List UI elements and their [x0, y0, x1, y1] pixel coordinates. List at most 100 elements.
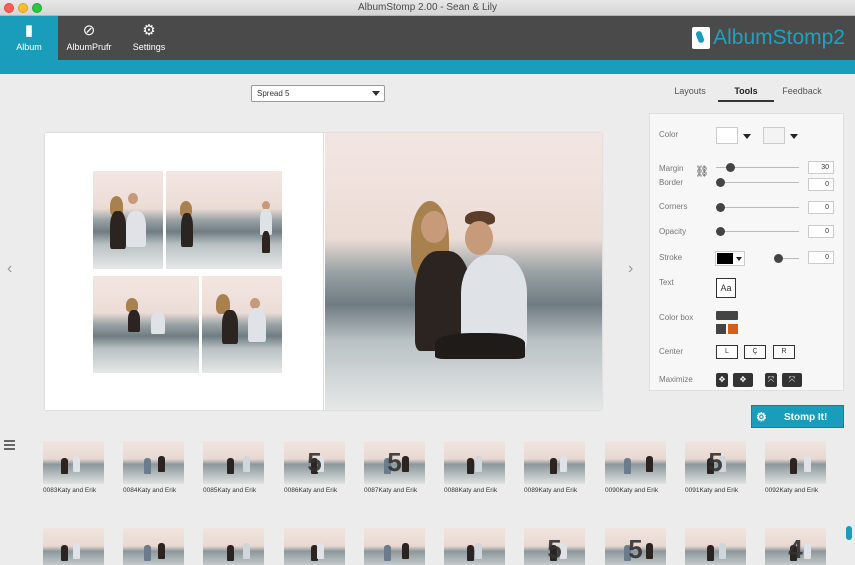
chevron-down-icon[interactable]	[790, 134, 798, 139]
color-label: Color	[659, 130, 679, 139]
menu-icon[interactable]	[4, 440, 15, 452]
maximize-fill-icon[interactable]: ⤧	[782, 373, 802, 387]
link-icon[interactable]: ⛓	[695, 165, 709, 178]
margin-value-field[interactable]: 30	[808, 161, 834, 174]
background-color-swatch[interactable]	[716, 127, 738, 144]
opacity-value-field[interactable]: 0	[808, 225, 834, 238]
colorbox-label: Color box	[659, 313, 694, 322]
thumbnail-image	[43, 441, 104, 484]
thumbnail[interactable]	[123, 528, 184, 565]
opacity-slider-track	[716, 231, 799, 232]
thumbnail-image: 4	[765, 528, 826, 565]
border-label: Border	[659, 178, 684, 187]
maximize-move-icon[interactable]: ✥	[716, 373, 728, 387]
thumbnail[interactable]	[364, 528, 425, 565]
next-spread-arrow[interactable]: ›	[628, 260, 633, 278]
spread-gutter	[323, 133, 324, 410]
thumbnail[interactable]: 0084Katy and Erik	[123, 441, 184, 494]
thumbnail[interactable]	[444, 528, 505, 565]
stroke-color-picker[interactable]	[715, 251, 745, 266]
thumbnail[interactable]: 0088Katy and Erik	[444, 441, 505, 494]
border-slider-track	[716, 182, 799, 183]
thumbnail-image	[123, 528, 184, 565]
toolbar-accent-strip	[0, 60, 855, 74]
corners-value-field[interactable]: 0	[808, 201, 834, 214]
thumbnail[interactable]: 4	[765, 528, 826, 565]
colorbox-dark-swatch[interactable]	[716, 311, 738, 320]
thumbnail[interactable]	[685, 528, 746, 565]
usage-count-badge: 5	[387, 447, 402, 477]
stroke-value-field[interactable]: 0	[808, 251, 834, 264]
center-middle-button[interactable]: Ç	[744, 345, 766, 359]
thumbnail-caption: 0084Katy and Erik	[123, 487, 177, 494]
thumbnail-image: 5	[284, 441, 345, 484]
proofer-icon: ⊘	[82, 22, 96, 39]
maximize-expand-icon[interactable]: ⤧	[765, 373, 777, 387]
app-logo: AlbumStomp2	[692, 24, 845, 52]
thumbnail[interactable]: 5 0091Katy and Erik	[685, 441, 746, 494]
thumbnail[interactable]: 0089Katy and Erik	[524, 441, 585, 494]
border-value-field[interactable]: 0	[808, 178, 834, 191]
usage-count-badge: 5	[708, 447, 723, 477]
thumbnail-image	[444, 528, 505, 565]
spread-photo-main[interactable]	[325, 133, 602, 410]
usage-count-badge: 5	[307, 447, 322, 477]
layout-grid-swatch[interactable]	[763, 127, 785, 144]
chevron-down-icon[interactable]	[743, 134, 751, 139]
thumbnail[interactable]: 5 0086Katy and Erik	[284, 441, 345, 494]
thumbnail[interactable]: 0083Katy and Erik	[43, 441, 104, 494]
thumbnail[interactable]: 0092Katy and Erik	[765, 441, 826, 494]
previous-spread-arrow[interactable]: ‹	[7, 260, 12, 278]
thumbnail[interactable]	[43, 528, 104, 565]
spread-photo-1[interactable]	[93, 171, 163, 269]
photo-tray: 0083Katy and Erik 0084Katy and Erik 0085Ka…	[0, 432, 855, 565]
toolbar-album-button[interactable]: ▮ Album	[0, 16, 58, 60]
spread-select-value: Spread 5	[257, 89, 290, 98]
tab-tools[interactable]: Tools	[718, 86, 774, 102]
thumbnail-caption: 0083Katy and Erik	[43, 487, 97, 494]
thumbnail[interactable]: 0085Katy and Erik	[203, 441, 264, 494]
thumbnail[interactable]: 5	[605, 528, 666, 565]
center-right-button[interactable]: R	[773, 345, 795, 359]
maximize-horizontal-icon[interactable]: ✥	[733, 373, 753, 387]
thumbnail[interactable]: 0090Katy and Erik	[605, 441, 666, 494]
thumbnail-caption: 0087Katy and Erik	[364, 487, 418, 494]
spread-select[interactable]: Spread 5	[251, 85, 385, 102]
thumbnail-image: 5	[364, 441, 425, 484]
thumbnail[interactable]	[203, 528, 264, 565]
chevron-down-icon	[736, 257, 742, 261]
center-left-button[interactable]: L	[716, 345, 738, 359]
gear-icon: ⚙	[756, 410, 767, 424]
thumbnail-caption: 0091Katy and Erik	[685, 487, 739, 494]
stomp-it-button[interactable]: ⚙ Stomp It!	[751, 405, 844, 428]
thumbnail-image	[284, 528, 345, 565]
thumbnail-image	[123, 441, 184, 484]
spread-photo-2[interactable]	[166, 171, 282, 269]
corners-slider[interactable]	[716, 203, 725, 212]
tab-feedback[interactable]: Feedback	[774, 86, 830, 102]
gear-icon: ⚙	[142, 22, 156, 39]
chevron-down-icon	[372, 91, 380, 96]
thumbnail[interactable]: 5 0087Katy and Erik	[364, 441, 425, 494]
spread-photo-4[interactable]	[202, 276, 282, 373]
spread-photo-3[interactable]	[93, 276, 199, 373]
thumbnail[interactable]: 5	[524, 528, 585, 565]
stroke-slider[interactable]	[774, 254, 783, 263]
opacity-slider[interactable]	[716, 227, 725, 236]
toolbar-albumprufr-button[interactable]: ⊘ AlbumPrufr	[58, 16, 120, 60]
thumbnail-image	[444, 441, 505, 484]
main-toolbar: ▮ Album ⊘ AlbumPrufr ⚙ Settings AlbumSto…	[0, 16, 855, 60]
text-style-button[interactable]: Aa	[716, 278, 736, 298]
album-spread	[45, 133, 602, 410]
margin-slider[interactable]	[726, 163, 735, 172]
scrollbar-thumb[interactable]	[846, 526, 852, 540]
tab-layouts[interactable]: Layouts	[660, 86, 720, 102]
border-slider[interactable]	[716, 178, 725, 187]
thumbnail[interactable]	[284, 528, 345, 565]
colorbox-gray-swatch[interactable]	[716, 324, 726, 334]
stomp-it-label: Stomp It!	[784, 412, 828, 423]
thumbnail-caption: 0086Katy and Erik	[284, 487, 338, 494]
toolbar-settings-button[interactable]: ⚙ Settings	[120, 16, 178, 60]
colorbox-orange-swatch[interactable]	[728, 324, 738, 334]
photo-tray-scrollbar[interactable]	[845, 438, 853, 565]
